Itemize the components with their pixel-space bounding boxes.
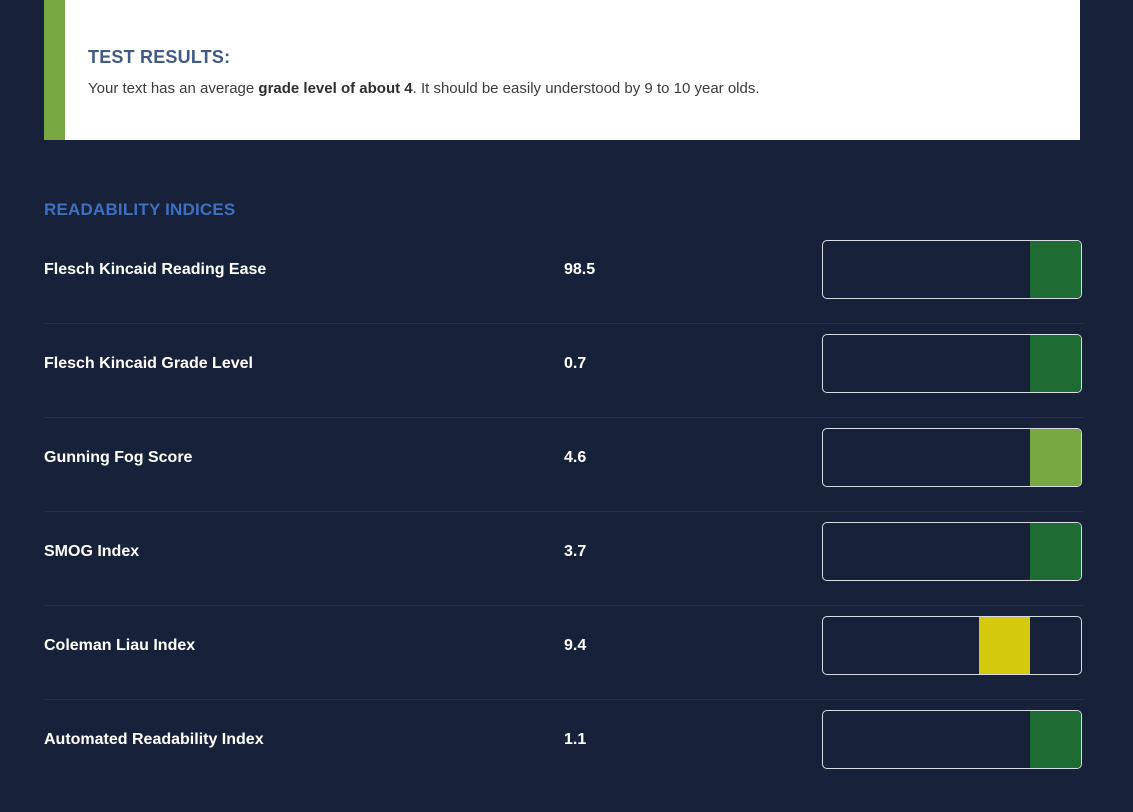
index-meter-fill [1030,523,1081,580]
results-accent-bar [44,0,65,140]
index-row-coleman-liau: Coleman Liau Index 9.4 [44,606,1084,700]
index-meter [822,522,1082,581]
index-meter-fill [1030,429,1081,486]
index-meter [822,710,1082,769]
index-name: Gunning Fog Score [44,449,193,466]
index-row-flesch-reading-ease: Flesch Kincaid Reading Ease 98.5 [44,230,1084,324]
results-text-after: . It should be easily understood by 9 to… [412,80,760,97]
index-meter [822,240,1082,299]
results-title: TEST RESULTS: [88,47,231,67]
index-meter-fill [1030,241,1081,298]
index-value: 98.5 [564,261,596,278]
index-value: 9.4 [564,637,587,654]
index-name: Coleman Liau Index [44,637,196,654]
index-meter [822,334,1082,393]
index-row-smog: SMOG Index 3.7 [44,512,1084,606]
index-row-automated-readability: Automated Readability Index 1.1 [44,700,1084,794]
index-name: Automated Readability Index [44,731,264,748]
index-value: 1.1 [564,731,587,748]
index-row-flesch-grade-level: Flesch Kincaid Grade Level 0.7 [44,324,1084,418]
index-meter [822,428,1082,487]
index-meter [822,616,1082,675]
index-value: 0.7 [564,355,587,372]
results-grade-level: grade level of about 4 [258,80,413,97]
readability-page: TEST RESULTS: Your text has an average g… [0,0,1133,812]
results-summary: Your text has an average grade level of … [88,80,760,97]
results-text-before: Your text has an average [88,80,259,97]
test-results-card: TEST RESULTS: Your text has an average g… [44,0,1080,140]
index-name: SMOG Index [44,543,140,560]
index-name: Flesch Kincaid Grade Level [44,355,253,372]
index-row-gunning-fog: Gunning Fog Score 4.6 [44,418,1084,512]
index-value: 3.7 [564,543,587,560]
index-meter-fill [979,617,1030,674]
index-name: Flesch Kincaid Reading Ease [44,261,267,278]
readability-index-list: Flesch Kincaid Reading Ease 98.5 Flesch … [44,230,1084,794]
readability-section-title: READABILITY INDICES [44,200,236,219]
index-meter-fill [1030,335,1081,392]
index-meter-fill [1030,711,1081,768]
index-value: 4.6 [564,449,587,466]
